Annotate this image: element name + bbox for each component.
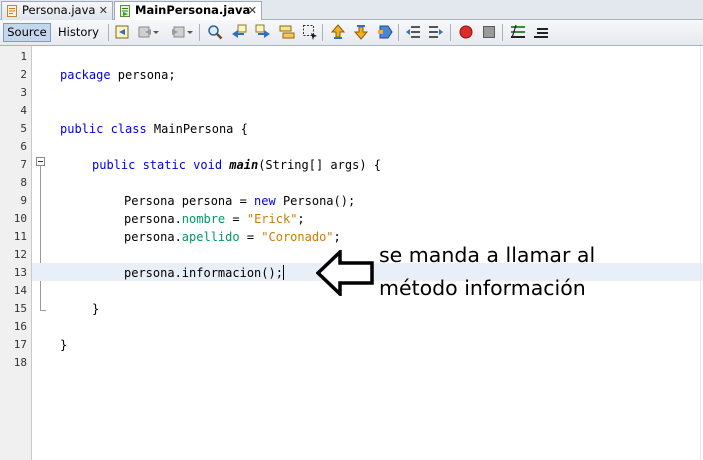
toolbar-separator xyxy=(450,24,451,41)
tab-persona-java[interactable]: Persona.java ✕ xyxy=(1,1,113,20)
line-number: 2 xyxy=(20,68,27,81)
toolbar-separator xyxy=(398,24,399,41)
toolbar-separator xyxy=(199,24,200,41)
closing-brace: } xyxy=(92,302,100,316)
previous-bookmark-icon[interactable] xyxy=(330,24,346,40)
line-number: 8 xyxy=(20,176,27,189)
stop-macro-recording-icon[interactable] xyxy=(481,24,497,40)
line-number: 3 xyxy=(20,86,27,99)
code-line-17: } xyxy=(60,336,67,354)
toolbar-separator xyxy=(322,24,323,41)
find-icon[interactable] xyxy=(207,24,223,40)
right-margin-line xyxy=(700,46,701,460)
line-number: 15 xyxy=(13,302,27,315)
line-number: 14 xyxy=(13,284,27,297)
code-text: persona. xyxy=(124,230,182,244)
line-number: 7 xyxy=(20,158,27,171)
close-tab-icon[interactable]: ✕ xyxy=(99,2,108,19)
forward-icon[interactable] xyxy=(170,24,186,40)
toolbar-separator xyxy=(108,24,109,41)
line-number: 9 xyxy=(20,194,27,207)
source-view-tab[interactable]: Source xyxy=(3,23,51,42)
toggle-highlight-icon[interactable] xyxy=(279,24,295,40)
uncomment-icon[interactable] xyxy=(533,24,549,40)
keyword: public static void xyxy=(92,158,223,172)
tab-mainpersona-java[interactable]: MainPersona.java ✕ xyxy=(114,1,262,21)
line-number: 11 xyxy=(13,230,27,243)
code-text: Persona persona = xyxy=(124,194,255,208)
field-name: nombre xyxy=(181,212,226,226)
code-line-7: public static void main(String[] args) { xyxy=(92,156,381,174)
line-number: 12 xyxy=(13,248,27,261)
annotation-text-line-1: se manda a llamar al xyxy=(379,243,596,267)
back-dropdown-icon[interactable] xyxy=(152,24,160,40)
text-caret xyxy=(282,265,284,280)
line-number: 5 xyxy=(20,122,27,135)
line-number-gutter: 1 2 3 4 5 6 7 8 9 10 11 12 13 14 15 16 1… xyxy=(0,46,32,460)
code-text: (String[] args) { xyxy=(258,158,382,172)
code-line-15: } xyxy=(92,300,99,318)
find-next-icon[interactable] xyxy=(255,24,271,40)
line-number: 13 xyxy=(13,266,27,279)
code-line-5: public class MainPersona { xyxy=(60,120,248,138)
find-selection-icon[interactable] xyxy=(302,24,318,40)
comment-icon[interactable] xyxy=(510,24,526,40)
line-number: 6 xyxy=(20,140,27,153)
code-text: ; xyxy=(333,230,341,244)
class-name: MainPersona xyxy=(146,122,241,136)
toggle-bookmark-icon[interactable] xyxy=(377,24,393,40)
tab-label: MainPersona.java xyxy=(135,3,251,17)
code-line-10: persona.nombre = "Erick"; xyxy=(124,210,305,228)
java-main-file-icon xyxy=(120,5,130,17)
editor-tab-bar: Persona.java ✕ MainPersona.java ✕ xyxy=(0,0,703,21)
shift-line-right-icon[interactable] xyxy=(428,24,444,40)
keyword: public class xyxy=(60,122,147,136)
field-name: apellido xyxy=(181,230,240,244)
tab-label: Persona.java xyxy=(22,3,96,17)
editor-toolbar: Source History xyxy=(0,20,703,46)
method-name: main xyxy=(229,158,259,172)
history-view-tab[interactable]: History xyxy=(55,23,102,42)
code-text: persona. xyxy=(124,212,182,226)
string-literal: "Coronado" xyxy=(261,230,334,244)
keyword: package xyxy=(60,68,111,82)
line-number: 17 xyxy=(13,338,27,351)
forward-dropdown-icon[interactable] xyxy=(186,24,194,40)
line-number: 18 xyxy=(13,356,27,369)
annotation-text-line-2: método información xyxy=(379,276,586,300)
back-icon[interactable] xyxy=(137,24,153,40)
next-bookmark-icon[interactable] xyxy=(353,24,369,40)
code-line-9: Persona persona = new Persona(); xyxy=(124,192,355,210)
code-line-11: persona.apellido = "Coronado"; xyxy=(124,228,341,246)
code-line-13: persona.informacion(); xyxy=(124,264,284,282)
java-file-icon xyxy=(7,5,17,17)
find-previous-icon[interactable] xyxy=(231,24,247,40)
code-line-2: package persona; xyxy=(60,66,176,84)
shift-line-left-icon[interactable] xyxy=(405,24,421,40)
toolbar-separator xyxy=(502,24,503,41)
code-text: { xyxy=(240,122,248,136)
string-literal: "Erick" xyxy=(246,212,298,226)
line-number: 4 xyxy=(20,104,27,117)
left-arrow-annotation-icon xyxy=(316,250,374,296)
close-tab-icon[interactable]: ✕ xyxy=(248,2,257,19)
line-number: 16 xyxy=(13,320,27,333)
start-macro-recording-icon[interactable] xyxy=(458,24,474,40)
last-edit-icon[interactable] xyxy=(114,24,130,40)
code-text: persona; xyxy=(110,68,176,82)
code-text: persona.informacion(); xyxy=(124,266,283,280)
code-text: = xyxy=(225,212,247,226)
code-text: ; xyxy=(297,212,305,226)
line-number: 1 xyxy=(20,50,27,63)
keyword: new xyxy=(254,194,276,208)
line-number: 10 xyxy=(13,212,27,225)
closing-brace: } xyxy=(60,338,68,352)
code-text: = xyxy=(239,230,262,244)
code-text: Persona(); xyxy=(275,194,356,208)
